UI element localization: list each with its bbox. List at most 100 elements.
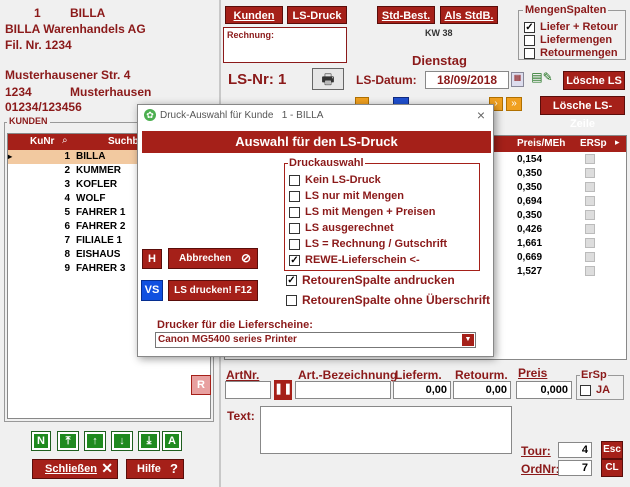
cl-button[interactable]: CL — [601, 459, 623, 477]
help-button[interactable]: Hilfe? — [126, 459, 184, 479]
kunden-title: KUNDEN — [7, 116, 50, 126]
prev-record-icon[interactable]: ↑ — [84, 431, 106, 451]
text-label: Text: — [227, 409, 255, 423]
checkbox-icon — [289, 238, 300, 250]
option-label: LS nur mit Mengen — [305, 190, 404, 202]
weekday-label: Dienstag — [412, 53, 467, 68]
option-label: Liefer + Retour — [540, 21, 618, 33]
ersp-ja-checkbox[interactable]: JA — [580, 384, 610, 396]
ersp-checkbox[interactable] — [585, 168, 595, 178]
ersp-group: ErSp JA — [576, 369, 624, 400]
search-icon[interactable]: ⌕ — [62, 135, 68, 146]
ersp-checkbox[interactable] — [585, 210, 595, 220]
cancel-icon: ⊘ — [240, 251, 251, 265]
drucker-label: Drucker für die Lieferscheine: — [157, 319, 313, 331]
rechnung-label: Rechnung: — [227, 30, 274, 40]
price-cell: 0,694 — [517, 196, 543, 207]
kunden-button[interactable]: Kunden — [225, 6, 283, 24]
dialog-titlebar: ✿ Druck-Auswahl für Kunde 1 - BILLA × — [138, 105, 493, 127]
col-kunr[interactable]: KuNr — [30, 136, 54, 147]
close-button[interactable]: Schließen ✕ — [32, 459, 118, 479]
kunr-cell: 4 — [64, 193, 70, 204]
last-record-icon[interactable]: ⤓ — [138, 431, 160, 451]
std-best-button[interactable]: Std-Best. — [377, 6, 435, 24]
option-ls-ausgerechnet[interactable]: LS ausgerechnet — [289, 222, 394, 234]
checkbox-checked-icon: ✓ — [286, 275, 297, 287]
customer-company: BILLA Warenhandels AG — [5, 22, 146, 36]
ersp-checkbox[interactable] — [585, 182, 595, 192]
r-button[interactable]: R — [191, 375, 211, 395]
checkbox-icon — [580, 384, 591, 396]
new-button[interactable]: N — [31, 431, 51, 451]
ersp-checkbox[interactable] — [585, 154, 595, 164]
next-record-icon[interactable]: ↓ — [111, 431, 133, 451]
mengen-group: MengenSpalten ✓ Liefer + Retour Liefermen… — [518, 4, 626, 60]
ersp-checkbox[interactable] — [585, 238, 595, 248]
mengen-option-retourmengen[interactable]: Retourmengen — [524, 47, 618, 59]
option-ls-nur-mengen[interactable]: LS nur mit Mengen — [289, 190, 404, 202]
printer-select[interactable]: Canon MG5400 series Printer ▼ — [155, 332, 476, 348]
esc-button[interactable]: Esc — [601, 441, 623, 459]
option-kein-ls-druck[interactable]: Kein LS-Druck — [289, 174, 381, 186]
mengen-option-liefermengen[interactable]: Liefermengen — [524, 34, 612, 46]
col-suchb[interactable]: Suchb — [108, 136, 139, 147]
ersp-checkbox[interactable] — [585, 252, 595, 262]
checkbox-checked-icon: ✓ — [289, 254, 300, 266]
checkbox-icon — [524, 47, 535, 59]
price-cell: 0,350 — [517, 210, 543, 221]
ordnr-input[interactable]: 7 — [558, 460, 592, 476]
customer-city: Musterhausen — [70, 85, 152, 99]
preis-input[interactable]: 0,000 — [516, 381, 572, 399]
chevron-down-icon[interactable]: ▼ — [462, 334, 474, 346]
artnr-input[interactable] — [225, 381, 271, 399]
text-area[interactable] — [260, 406, 512, 454]
option-ls-rechnung[interactable]: LS = Rechnung / Gutschrift — [289, 238, 447, 250]
more-columns-icon[interactable]: ▸ — [615, 137, 620, 148]
help-icon: ? — [170, 461, 178, 476]
retouren-andrucken-checkbox[interactable]: ✓ RetourenSpalte andrucken — [286, 273, 455, 287]
col-ersp[interactable]: ERSp — [580, 138, 607, 149]
calendar-icon[interactable]: ▦ — [511, 72, 524, 87]
h-button[interactable]: H — [142, 249, 162, 269]
nav-last-icon[interactable]: » — [506, 97, 522, 111]
article-search-icon[interactable]: ❚❚ — [274, 380, 292, 400]
close-icon[interactable]: × — [477, 107, 485, 123]
suchb-cell: FAHRER 3 — [76, 263, 126, 274]
retourm-input[interactable]: 0,00 — [453, 381, 511, 399]
first-record-icon[interactable]: ⤒ — [57, 431, 79, 451]
ordnr-label: OrdNr: — [521, 462, 560, 476]
option-ls-mengen-preisen[interactable]: LS mit Mengen + Preisen — [289, 206, 436, 218]
col-preis[interactable]: Preis/MEh — [517, 138, 565, 149]
price-cell: 0,350 — [517, 182, 543, 193]
tour-input[interactable]: 4 — [558, 442, 592, 458]
dialog-header: Auswahl für den LS-Druck — [142, 131, 491, 153]
delete-ls-button[interactable]: Lösche LS — [563, 71, 625, 90]
delete-ls-line-button[interactable]: Lösche LS-Zeile — [540, 96, 625, 130]
tour-label: Tour: — [521, 444, 551, 458]
rechnung-box[interactable]: Rechnung: — [223, 27, 347, 63]
table-edit-icon[interactable]: ▤✎ — [527, 70, 557, 90]
ersp-checkbox[interactable] — [585, 224, 595, 234]
artbez-input[interactable] — [295, 381, 391, 399]
price-cell: 0,669 — [517, 252, 543, 263]
ls-druck-button[interactable]: LS-Druck — [287, 6, 347, 24]
ls-datum-field[interactable]: 18/09/2018 — [425, 71, 509, 89]
lieferm-input[interactable]: 0,00 — [393, 381, 451, 399]
mengen-option-liefer-retour[interactable]: ✓ Liefer + Retour — [524, 21, 618, 33]
suchb-cell: FAHRER 1 — [76, 207, 126, 218]
print-button[interactable]: LS drucken! F12 — [168, 280, 258, 301]
close-label: Schließen — [45, 463, 97, 475]
als-stdb-button[interactable]: Als StdB. — [440, 6, 498, 24]
ersp-checkbox[interactable] — [585, 196, 595, 206]
retouren-ohne-ueberschrift-checkbox[interactable]: RetourenSpalte ohne Überschrift — [286, 293, 490, 307]
retourm-label: Retourm. — [455, 368, 508, 382]
printer-icon[interactable]: 🖶 — [312, 68, 344, 90]
cancel-button[interactable]: Abbrechen ⊘ — [168, 248, 258, 269]
checkbox-icon — [289, 174, 300, 186]
ls-datum-label: LS-Datum: — [356, 73, 417, 87]
ersp-checkbox[interactable] — [585, 266, 595, 276]
preis-label: Preis — [518, 366, 548, 380]
vs-button[interactable]: VS — [141, 280, 163, 301]
all-button[interactable]: A — [162, 431, 182, 451]
option-rewe-lieferschein[interactable]: ✓ REWE-Lieferschein <- — [289, 254, 420, 266]
